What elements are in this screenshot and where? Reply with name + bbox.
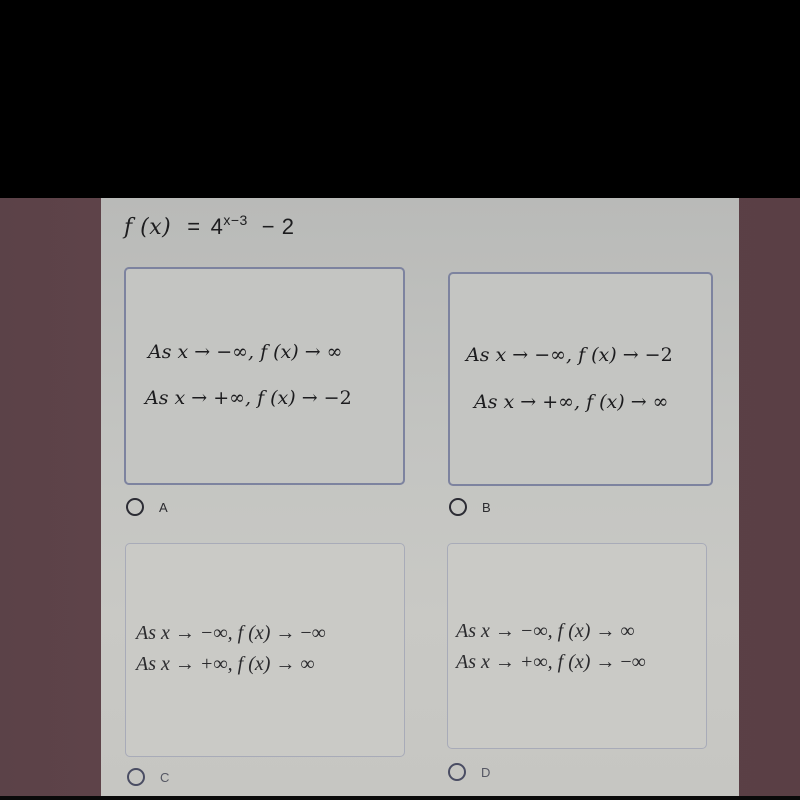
line-prefix: As x → −∞, [148,341,261,363]
line-function: f (x) [257,387,296,409]
option-card-c[interactable]: As x → −∞, f (x) → −∞ As x → +∞, f (x) →… [125,543,405,757]
line-function: f (x) [557,620,591,642]
line-prefix: As x → +∞, [456,651,558,673]
line-function: f (x) [578,344,617,366]
line-limit: → −2 [616,344,673,366]
formula-exponent: x−3 [223,212,248,228]
option-a-radio-row[interactable]: A [126,498,168,516]
option-card-d[interactable]: As x → −∞, f (x) → ∞ As x → +∞, f (x) → … [447,543,707,749]
formula-base: 4 [210,214,224,239]
line-function: f (x) [586,391,625,413]
line-function: f (x) [557,651,591,673]
option-d-line-1: As x → −∞, f (x) → ∞ [456,620,635,643]
option-b-line-2: As x → +∞, f (x) → ∞ [474,391,669,413]
line-limit: → ∞ [624,391,669,413]
line-limit: → −2 [295,387,352,409]
radio-button-d[interactable] [448,763,466,781]
radio-button-a[interactable] [126,498,144,516]
formula-constant: − 2 [261,214,295,239]
line-prefix: As x → +∞, [145,387,258,409]
line-limit: → −∞ [270,622,326,644]
screen-bezel [0,796,800,800]
line-limit: → ∞ [298,341,343,363]
option-d-radio-row[interactable]: D [448,763,490,781]
line-prefix: As x → −∞, [136,622,238,644]
radio-button-c[interactable] [127,768,145,786]
option-d-line-2: As x → +∞, f (x) → −∞ [456,651,646,674]
line-function: f (x) [260,341,299,363]
option-d-label: D [481,764,491,780]
line-prefix: As x → −∞, [466,344,579,366]
line-function: f (x) [237,653,271,675]
option-c-radio-row[interactable]: C [127,768,169,786]
line-prefix: As x → +∞, [136,653,238,675]
option-a-line-1: As x → −∞, f (x) → ∞ [148,341,343,363]
line-limit: → ∞ [270,653,315,675]
option-b-radio-row[interactable]: B [449,498,491,516]
line-limit: → −∞ [590,651,646,673]
option-b-line-1: As x → −∞, f (x) → −2 [466,344,673,366]
option-c-label: C [160,769,170,785]
option-c-line-1: As x → −∞, f (x) → −∞ [136,622,326,645]
line-prefix: As x → −∞, [456,620,558,642]
radio-button-b[interactable] [449,498,467,516]
option-a-line-2: As x → +∞, f (x) → −2 [145,387,352,409]
option-c-line-2: As x → +∞, f (x) → ∞ [136,653,315,676]
option-a-label: A [159,499,168,515]
option-b-label: B [482,499,491,515]
equals-sign: = [187,214,201,239]
function-name: f (x) [124,215,172,240]
line-limit: → ∞ [590,620,635,642]
option-card-b[interactable]: As x → −∞, f (x) → −2 As x → +∞, f (x) →… [448,272,713,486]
option-card-a[interactable]: As x → −∞, f (x) → ∞ As x → +∞, f (x) → … [124,267,405,485]
line-prefix: As x → +∞, [474,391,587,413]
line-function: f (x) [237,622,271,644]
question-formula: f (x) = 4x−3 − 2 [124,212,295,240]
